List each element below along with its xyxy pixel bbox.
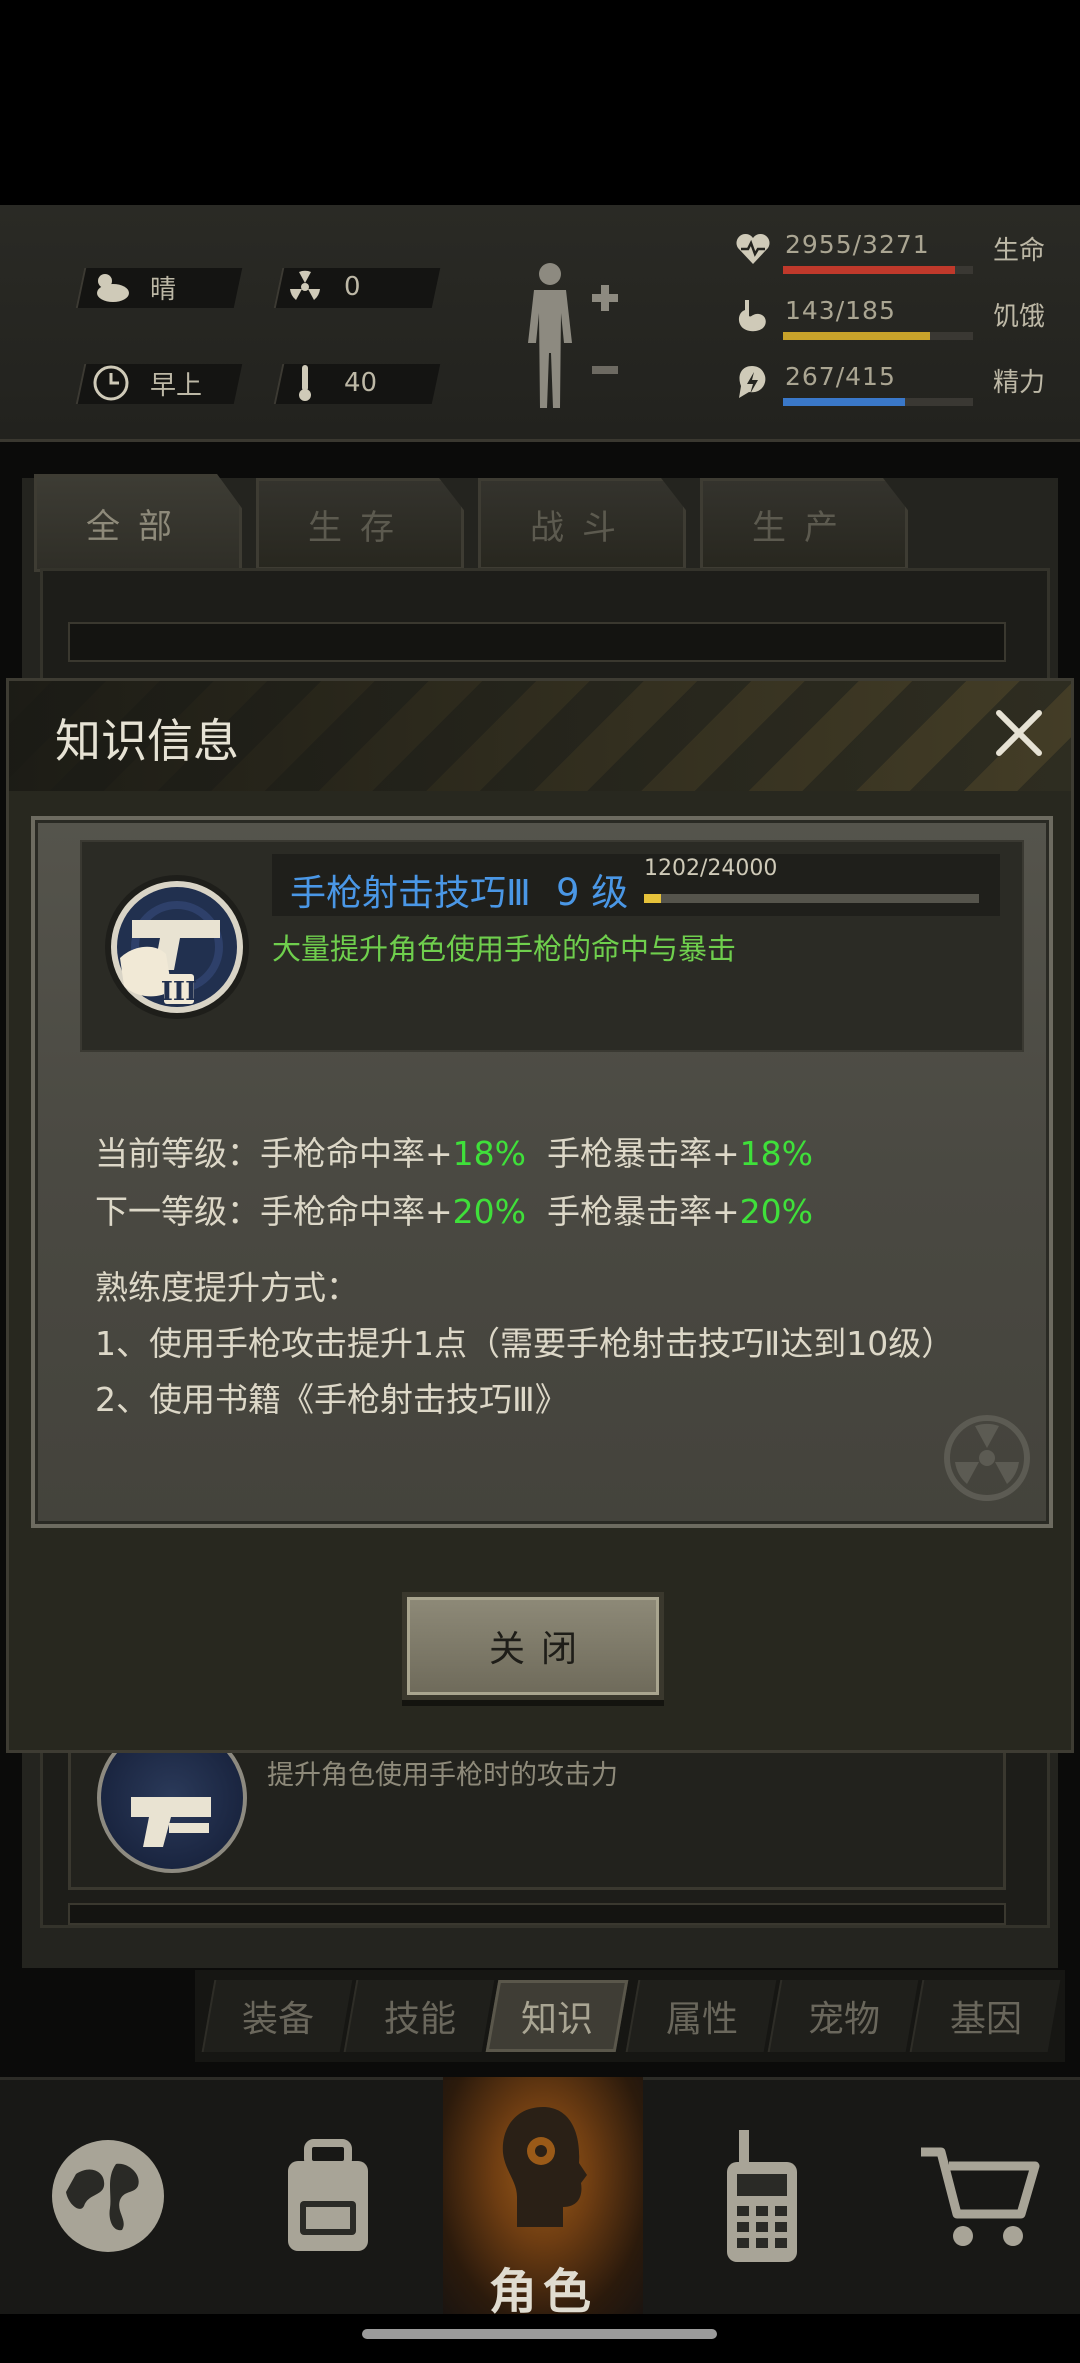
method-item: 2、使用书籍《手枪射击技巧Ⅲ》: [95, 1380, 568, 1419]
thermometer-icon: [284, 362, 326, 404]
tab-all[interactable]: 全部: [34, 474, 242, 572]
clock-icon: [90, 362, 132, 404]
stat-energy: 267/415 精力: [735, 362, 1065, 408]
nav-backpack[interactable]: [258, 2077, 398, 2314]
list-item-desc: 提升角色使用手枪时的攻击力: [267, 1760, 618, 1791]
cart-icon: [921, 2147, 1040, 2246]
time-text: 早上: [150, 370, 203, 401]
home-indicator[interactable]: [362, 2329, 717, 2339]
skill-xp-text: 1202/24000: [644, 856, 778, 881]
skill-name: 手枪射击技巧Ⅲ: [290, 873, 531, 914]
current-level-line: 当前等级：手枪命中率+18% 手枪暴击率+18%: [95, 1134, 814, 1173]
hunger-bar-fill: [783, 332, 930, 340]
proficiency-methods: 熟练度提升方式： 1、使用手枪攻击提升1点（需要手枪射击技巧Ⅱ达到10级） 2、…: [95, 1260, 954, 1428]
current-crit-value: 18%: [739, 1134, 814, 1173]
radiation-display: 0: [284, 266, 361, 308]
energy-bar: [783, 398, 973, 406]
temperature-display: 40: [284, 362, 377, 404]
nav-shop[interactable]: [910, 2077, 1050, 2314]
health-label: 生命: [993, 236, 1046, 266]
hunger-label: 饥饿: [993, 302, 1046, 332]
backpack-icon: [288, 2138, 368, 2251]
radio-icon: [727, 2129, 797, 2262]
close-icon[interactable]: [989, 703, 1049, 763]
skill-level: 9 级: [556, 871, 629, 914]
method-title: 熟练度提升方式：: [95, 1268, 359, 1307]
health-bar-fill: [783, 266, 955, 274]
energy-icon: [735, 364, 771, 400]
dialog-header: 知识信息: [9, 681, 1071, 791]
skill-xp-bar: [644, 894, 979, 903]
skill-title-bar: 手枪射击技巧Ⅲ 9 级 1202/24000: [272, 854, 1000, 916]
nav-radio[interactable]: [692, 2077, 832, 2314]
tab-pets[interactable]: 宠物: [767, 1980, 919, 2052]
health-bar: [783, 266, 973, 274]
tab-knowledge[interactable]: 知识: [485, 1980, 629, 2052]
next-hit-value: 20%: [452, 1192, 527, 1231]
tab-survival[interactable]: 生存: [256, 478, 464, 570]
pistol-skill-icon: III: [102, 862, 252, 1032]
svg-text:III: III: [161, 977, 198, 1007]
tab-combat[interactable]: 战斗: [478, 478, 686, 570]
current-hit-value: 18%: [452, 1134, 527, 1173]
dialog-content: III 手枪射击技巧Ⅲ 9 级 1202/24000 大量提升角色使用手枪的命中…: [31, 816, 1053, 1528]
time-display: 早上: [90, 362, 202, 404]
level-bonus-info: 当前等级：手枪命中率+18% 手枪暴击率+18% 下一等级：手枪命中率+20% …: [95, 1125, 813, 1241]
radiation-value: 0: [344, 272, 361, 302]
energy-bar-fill: [783, 398, 906, 406]
knowledge-info-dialog: 知识信息 III 手枪射击技巧Ⅲ 9 级 1202/24000 大量提升角色使用…: [6, 678, 1074, 1753]
cloud-sun-icon: [90, 266, 132, 308]
nav-world[interactable]: [38, 2077, 178, 2314]
tab-attributes[interactable]: 属性: [625, 1980, 777, 2052]
weather-text: 晴: [150, 274, 177, 305]
energy-value: 267/415: [785, 362, 896, 391]
hunger-value: 143/185: [785, 296, 896, 325]
radiation-icon: [284, 266, 326, 308]
stat-hunger: 143/185 饥饿: [735, 296, 1065, 342]
hunger-bar: [783, 332, 973, 340]
top-blank: [0, 0, 1080, 205]
nav-role[interactable]: 角色: [443, 2077, 643, 2320]
tab-equipment[interactable]: 装备: [201, 1980, 353, 2052]
heart-icon: [735, 232, 771, 268]
energy-label: 精力: [993, 368, 1046, 398]
list-item-strip-bottom: [68, 1903, 1006, 1925]
close-button[interactable]: 关闭: [402, 1592, 664, 1700]
next-crit-value: 20%: [739, 1192, 814, 1231]
method-item: 1、使用手枪攻击提升1点（需要手枪射击技巧Ⅱ达到10级）: [95, 1324, 955, 1363]
dialog-title: 知识信息: [55, 714, 239, 768]
list-item-strip: [68, 622, 1006, 662]
tab-production[interactable]: 生产: [700, 478, 908, 570]
body-status-icon[interactable]: [520, 258, 630, 418]
health-value: 2955/3271: [785, 230, 930, 259]
skill-card: III 手枪射击技巧Ⅲ 9 级 1202/24000 大量提升角色使用手枪的命中…: [80, 840, 1024, 1052]
role-icon: [502, 2107, 587, 2227]
tab-skills[interactable]: 技能: [343, 1980, 495, 2052]
stat-health: 2955/3271 生命: [735, 230, 1065, 276]
weather-display: 晴: [90, 266, 176, 308]
globe-icon: [52, 2139, 164, 2252]
skill-xp-fill: [644, 894, 661, 903]
skill-description: 大量提升角色使用手枪的命中与暴击: [272, 932, 737, 966]
next-level-line: 下一等级：手枪命中率+20% 手枪暴击率+20%: [95, 1192, 814, 1231]
temperature-value: 40: [344, 368, 378, 398]
tab-genes[interactable]: 基因: [909, 1980, 1061, 2052]
stomach-icon: [735, 298, 771, 334]
nav-role-label: 角色: [488, 2264, 597, 2320]
